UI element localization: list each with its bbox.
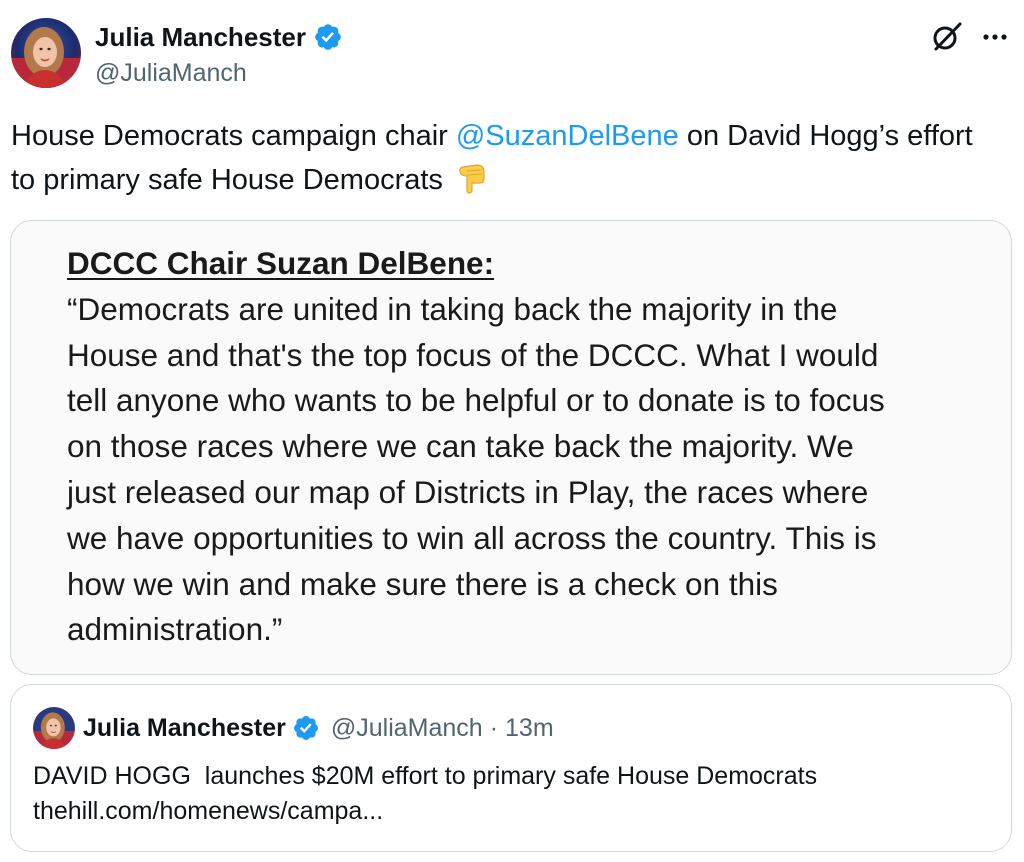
verified-badge-icon [313,22,343,52]
author-handle[interactable]: @JuliaManch [95,56,343,90]
mention-link[interactable]: @SuzanDelBene [456,120,679,152]
statement-line: we have opportunities to win all across … [67,519,877,556]
more-options-icon[interactable] [977,20,1013,54]
statement-image-content: DCCC Chair Suzan DelBene: “Democrats are… [67,241,967,653]
backhand-index-pointing-down-icon [455,159,489,195]
quoted-author-display-name: Julia Manchester [83,713,286,742]
quoted-tweet[interactable]: Julia Manchester @JuliaManch · 13m DAVID… [10,684,1012,852]
verified-badge-icon [292,714,320,742]
separator-dot: · [489,713,499,742]
statement-line: tell anyone who wants to be helpful or t… [67,382,885,419]
statement-line: how we win and make sure there is a chec… [67,565,778,602]
attached-image[interactable]: DCCC Chair Suzan DelBene: “Democrats are… [10,220,1012,675]
author-display-name[interactable]: Julia Manchester [95,20,306,54]
statement-heading: DCCC Chair Suzan DelBene: [67,245,495,281]
quoted-tweet-link[interactable]: thehill.com/homenews/campa... [33,794,993,829]
quoted-tweet-text: DAVID HOGG launches $20M effort to prima… [33,759,993,829]
tweet-header: Julia Manchester @JuliaManch [11,18,1014,88]
statement-line: on those races where we can take back th… [67,428,854,465]
author-name-row: Julia Manchester [95,20,343,54]
quoted-tweet-header: Julia Manchester @JuliaManch · 13m [83,711,554,745]
statement-line: “Democrats are united in taking back the… [67,290,838,327]
quoted-author-avatar [33,707,75,749]
statement-line: administration.” [67,611,283,648]
quoted-author-handle: @JuliaManch [330,713,483,742]
author-avatar[interactable] [11,18,81,88]
tweet-text: House Democrats campaign chair @SuzanDel… [11,114,1001,202]
profile-photo-icon [11,18,81,88]
quoted-tweet-body: DAVID HOGG launches $20M effort to prima… [33,762,818,790]
quoted-tweet-timestamp: 13m [505,713,554,742]
statement-line: House and that's the top focus of the DC… [67,336,879,373]
author-block: Julia Manchester @JuliaManch [95,20,343,90]
tweet-text-before-mention: House Democrats campaign chair [11,120,456,152]
grok-icon[interactable] [930,20,964,54]
profile-photo-icon [33,707,75,749]
statement-line: just released our map of Districts in Pl… [67,473,869,510]
